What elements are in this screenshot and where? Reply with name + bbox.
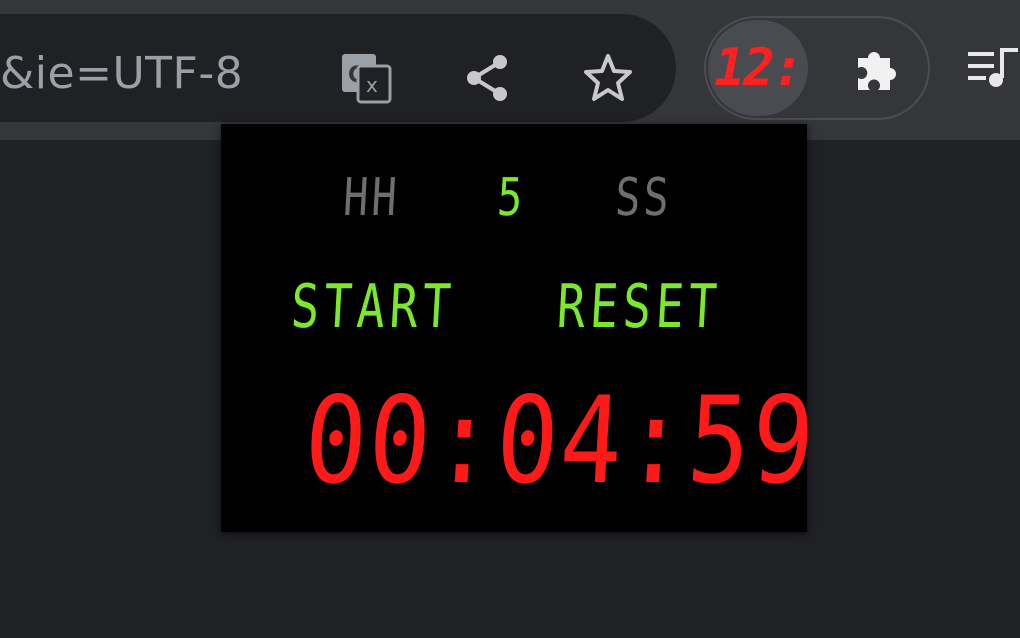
start-button[interactable]: START xyxy=(289,272,457,342)
media-queue-icon[interactable] xyxy=(966,42,1020,94)
minutes-field[interactable]: 5 xyxy=(496,168,528,228)
address-bar[interactable]: &ie=UTF-8 G x xyxy=(0,14,676,122)
hours-field[interactable]: HH xyxy=(342,168,402,228)
seconds-field[interactable]: SS xyxy=(614,168,674,228)
star-icon[interactable] xyxy=(580,50,636,106)
translate-icon[interactable]: G x xyxy=(338,50,394,106)
timer-popup: HH 5 SS START RESET 00:04:59 xyxy=(221,124,820,532)
reset-button[interactable]: RESET xyxy=(555,272,723,342)
url-text[interactable]: &ie=UTF-8 xyxy=(0,48,243,99)
timer-extension-icon[interactable]: 12: xyxy=(708,20,808,116)
timer-badge-text: 12: xyxy=(714,38,804,98)
browser-toolbar: &ie=UTF-8 G x 12: xyxy=(0,0,1020,140)
svg-text:x: x xyxy=(366,73,378,97)
countdown-display: 00:04:59 xyxy=(300,372,820,511)
puzzle-icon[interactable] xyxy=(848,40,906,98)
share-icon[interactable] xyxy=(460,50,516,106)
